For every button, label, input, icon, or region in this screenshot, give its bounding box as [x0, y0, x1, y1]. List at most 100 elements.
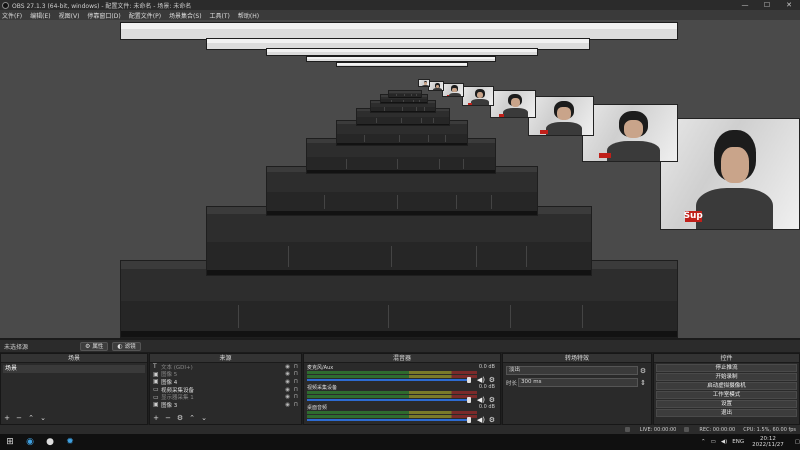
menu-scene-collection[interactable]: 场景集合(S) — [169, 11, 202, 20]
menu-docks[interactable]: 停靠窗口(D) — [87, 11, 120, 20]
properties-button[interactable]: ⚙ 属性 — [80, 341, 109, 351]
settings-app-icon[interactable]: ✹ — [60, 434, 80, 450]
sources-panel: 来源 T 文本 (GDI+) ◉ ⊓ ▣ 图像 5 ◉ ⊓ ▣ 图像 4 ◉ ⊓ ▭ 视频采集设备 ◉ ⊓ ▭ 显… — [149, 353, 302, 425]
channel-db: 0.0 dB — [478, 364, 495, 370]
volume-meter — [307, 375, 477, 378]
menu-file[interactable]: 文件(F) — [2, 11, 22, 20]
channel-name: 桌面音频 — [307, 405, 328, 411]
windows-start-icon[interactable]: ⊞ — [0, 434, 20, 450]
gear-icon[interactable]: ⚙ — [489, 376, 495, 384]
remove-icon[interactable]: − — [15, 414, 23, 422]
visibility-eye-icon[interactable]: ◉ — [282, 364, 290, 370]
chevron-up-icon[interactable]: ⌃ — [701, 439, 706, 445]
gear-icon[interactable]: ⚙ — [489, 416, 495, 424]
menu-edit[interactable]: 编辑(E) — [30, 11, 50, 20]
webcam-feed — [418, 79, 430, 87]
logo-patch: Sup — [683, 210, 703, 223]
logo-patch — [432, 90, 434, 91]
gear-icon[interactable]: ⚙ — [176, 414, 184, 422]
visibility-eye-icon[interactable]: ◉ — [282, 402, 290, 408]
start-virtual-camera-button[interactable]: 启动虚拟摄像机 — [656, 382, 797, 390]
clock[interactable]: 20:12 2022/11/27 — [752, 436, 784, 448]
lock-icon[interactable]: ⊓ — [290, 402, 298, 408]
gear-icon[interactable]: ⚙ — [489, 396, 495, 404]
menu-bar: 文件(F) 编辑(E) 视图(V) 停靠窗口(D) 配置文件(P) 场景集合(S… — [0, 10, 800, 20]
spinner-icon[interactable]: ⇕ — [638, 379, 648, 387]
volume-slider[interactable] — [307, 399, 471, 401]
scene-list-item[interactable]: 场景 — [3, 365, 145, 373]
visibility-eye-icon[interactable]: ◉ — [282, 379, 290, 385]
move-down-icon[interactable]: ⌄ — [200, 414, 208, 422]
visibility-eye-icon[interactable]: ◉ — [282, 371, 290, 377]
studio-mode-button[interactable]: 工作室模式 — [656, 391, 797, 399]
volume-slider-handle[interactable] — [467, 397, 471, 403]
settings-button[interactable]: 设置 — [656, 400, 797, 408]
volume-meter — [307, 411, 477, 414]
exit-button[interactable]: 退出 — [656, 409, 797, 417]
webcam-feed — [442, 83, 464, 97]
speaker-icon[interactable]: ◀) — [721, 439, 727, 445]
edge-browser-icon[interactable]: ◉ — [20, 434, 40, 450]
notification-icon[interactable]: ▢ — [795, 439, 800, 445]
move-up-icon[interactable]: ⌃ — [188, 414, 196, 422]
duration-field[interactable]: 300 ms — [518, 378, 638, 387]
menu-tools[interactable]: 工具(T) — [210, 11, 230, 20]
volume-slider-handle[interactable] — [467, 417, 471, 423]
cpu-fps: CPU: 1.5%, 60.00 fps — [743, 426, 796, 433]
visibility-eye-icon[interactable]: ◉ — [282, 394, 290, 400]
mixer-title: 混音器 — [304, 354, 500, 363]
lock-icon[interactable]: ⊓ — [290, 371, 298, 377]
filters-button[interactable]: ◐ 滤镜 — [112, 341, 141, 351]
move-up-icon[interactable]: ⌃ — [27, 414, 35, 422]
menu-help[interactable]: 帮助(H) — [238, 11, 259, 20]
transition-select[interactable]: 淡出 — [506, 366, 638, 375]
obs-taskbar-icon[interactable]: ● — [40, 434, 60, 450]
move-down-icon[interactable]: ⌄ — [39, 414, 47, 422]
speaker-icon[interactable]: ◀) — [477, 396, 485, 404]
menu-profile[interactable]: 配置文件(P) — [129, 11, 161, 20]
logo-patch — [446, 95, 450, 96]
webcam-feed — [582, 104, 678, 162]
logo-patch — [498, 113, 505, 117]
source-list-item[interactable]: ▣ 图像 3 ◉ ⊓ — [150, 401, 301, 409]
preview-canvas[interactable]: Sup — [0, 20, 800, 338]
image-icon: ▣ — [153, 378, 159, 386]
volume-slider[interactable] — [307, 379, 471, 381]
start-recording-button[interactable]: 开始录制 — [656, 373, 797, 381]
lock-icon[interactable]: ⊓ — [290, 364, 298, 370]
sources-title: 来源 — [150, 354, 301, 363]
lock-icon[interactable]: ⊓ — [290, 379, 298, 385]
rec-timer: REC: 00:00:00 — [699, 426, 736, 433]
gear-icon[interactable]: ⚙ — [638, 367, 648, 375]
minimize-button[interactable]: — — [734, 0, 756, 10]
menu-view[interactable]: 视图(V) — [59, 11, 80, 20]
webcam-feed — [462, 86, 494, 106]
lock-icon[interactable]: ⊓ — [290, 387, 298, 393]
channel-db: 0.0 dB — [478, 404, 495, 410]
visibility-eye-icon[interactable]: ◉ — [282, 387, 290, 393]
remove-icon[interactable]: − — [164, 414, 172, 422]
add-icon[interactable]: + — [152, 414, 160, 422]
close-button[interactable]: ✕ — [778, 0, 800, 10]
maximize-button[interactable]: ☐ — [756, 0, 778, 10]
language-indicator[interactable]: ENG — [732, 439, 744, 445]
add-icon[interactable]: + — [3, 414, 11, 422]
speaker-icon[interactable]: ◀) — [477, 376, 485, 384]
lock-icon[interactable]: ⊓ — [290, 394, 298, 400]
nested-preview-frame — [388, 90, 422, 98]
scene-transitions-panel: 转场特效 淡出 ⚙ 时长 300 ms ⇕ — [502, 353, 652, 425]
volume-meter — [307, 391, 477, 394]
stop-streaming-button[interactable]: 停止推流 — [656, 364, 797, 372]
volume-slider[interactable] — [307, 419, 471, 421]
duration-label: 时长 — [506, 380, 518, 387]
no-source-selected-label: 未选择源 — [4, 343, 29, 351]
filter-icon: ◐ — [117, 342, 123, 350]
display-icon: ▭ — [153, 393, 159, 401]
volume-slider-handle[interactable] — [467, 377, 471, 383]
speaker-icon[interactable]: ◀) — [477, 416, 485, 424]
gear-icon: ⚙ — [85, 342, 91, 350]
volume-meter — [307, 415, 477, 418]
channel-db: 0.0 dB — [478, 384, 495, 390]
logo-patch — [540, 129, 549, 134]
network-icon[interactable]: ▭ — [711, 439, 716, 445]
